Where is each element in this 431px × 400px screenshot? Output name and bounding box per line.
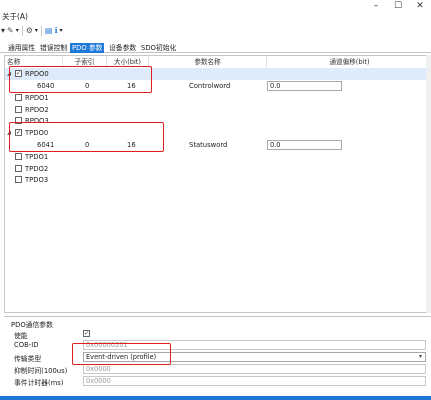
toolbar-separator (40, 26, 42, 36)
chevron-down-icon[interactable]: ▾ (60, 25, 63, 37)
enable-label: 使能 (14, 332, 28, 340)
tab-sdo-init[interactable]: SDO初始化 (139, 43, 178, 53)
tab-device-params[interactable]: 设备参数 (107, 43, 138, 53)
close-button[interactable]: ✕ (409, 0, 431, 12)
pdo-tree[interactable]: 名称 子索引 大小(bit) 参数名称 通道偏移(bit) ◢ ✓ RPDO0 … (4, 55, 431, 313)
wand-icon[interactable]: ✎ (7, 25, 14, 37)
toolbar-separator (21, 26, 23, 36)
rpdo1-checkbox[interactable] (15, 94, 22, 101)
chevron-down-icon[interactable]: ▾ (16, 25, 19, 37)
param-name-cell: Controlword (189, 82, 231, 90)
tree-row-tpdo3[interactable]: TPDO3 (5, 174, 431, 186)
row-label: TPDO1 (25, 153, 49, 161)
gear-icon[interactable]: ⚙ (26, 25, 33, 37)
column-header-param-name[interactable]: 参数名称 (149, 56, 267, 68)
document-icon[interactable]: ▤ (45, 25, 53, 37)
toolbar: ▾ ✎ ▾ ⚙ ▾ ▤ ℹ ▾ (0, 24, 120, 38)
info-icon[interactable]: ℹ (54, 25, 57, 37)
status-bar (0, 396, 431, 400)
event-timer-field[interactable]: 0x0000 (83, 376, 426, 386)
rpdo2-checkbox[interactable] (15, 106, 22, 113)
param-name-cell: Statusword (189, 141, 228, 149)
highlight-box (72, 343, 171, 365)
inhibit-time-field[interactable]: 0x0000 (83, 364, 426, 374)
chevron-down-icon[interactable]: ▾ (419, 353, 422, 361)
cobid-label: COB-ID (14, 341, 39, 349)
menu-item-about[interactable]: 关于(A) (0, 11, 28, 22)
minimize-button[interactable]: – (365, 0, 387, 12)
trans-type-label: 传输类型 (14, 355, 42, 363)
tree-row-rpdo1[interactable]: RPDO1 (5, 92, 431, 104)
event-timer-label: 事件计时器(ms) (14, 379, 64, 387)
tab-general[interactable]: 通用属性 (6, 43, 37, 53)
maximize-button[interactable]: ☐ (387, 0, 409, 12)
enable-checkbox[interactable]: ✓ (83, 330, 90, 337)
inhibit-time-label: 抑制时间(100us) (14, 367, 68, 375)
vertical-scrollbar[interactable] (426, 55, 431, 313)
tpdo2-checkbox[interactable] (15, 165, 22, 172)
tab-strip: 通用属性 错误控制 PDO 参数 设备参数 SDO初始化 (0, 43, 431, 53)
row-label: TPDO3 (25, 176, 49, 184)
offset-input[interactable]: 0.0 (267, 81, 342, 91)
pdo-comm-params-group: PDO通信参数 使能 ✓ COB-ID 0x00000201 传输类型 Even… (4, 316, 431, 394)
dropdown-arrow-icon[interactable]: ▾ (1, 25, 5, 37)
tpdo3-checkbox[interactable] (15, 176, 22, 183)
column-header-comm-offset[interactable]: 通道偏移(bit) (267, 56, 431, 68)
group-title: PDO通信参数 (11, 321, 53, 329)
highlight-box (9, 122, 164, 152)
offset-input[interactable]: 0.0 (267, 140, 342, 150)
row-label: RPDO1 (25, 94, 49, 102)
tpdo1-checkbox[interactable] (15, 153, 22, 160)
tree-row-tpdo1[interactable]: TPDO1 (5, 151, 431, 163)
tab-pdo-params[interactable]: PDO 参数 (70, 43, 105, 53)
highlight-box (9, 66, 152, 93)
chevron-down-icon[interactable]: ▾ (35, 25, 38, 37)
tab-error-control[interactable]: 错误控制 (38, 43, 69, 53)
